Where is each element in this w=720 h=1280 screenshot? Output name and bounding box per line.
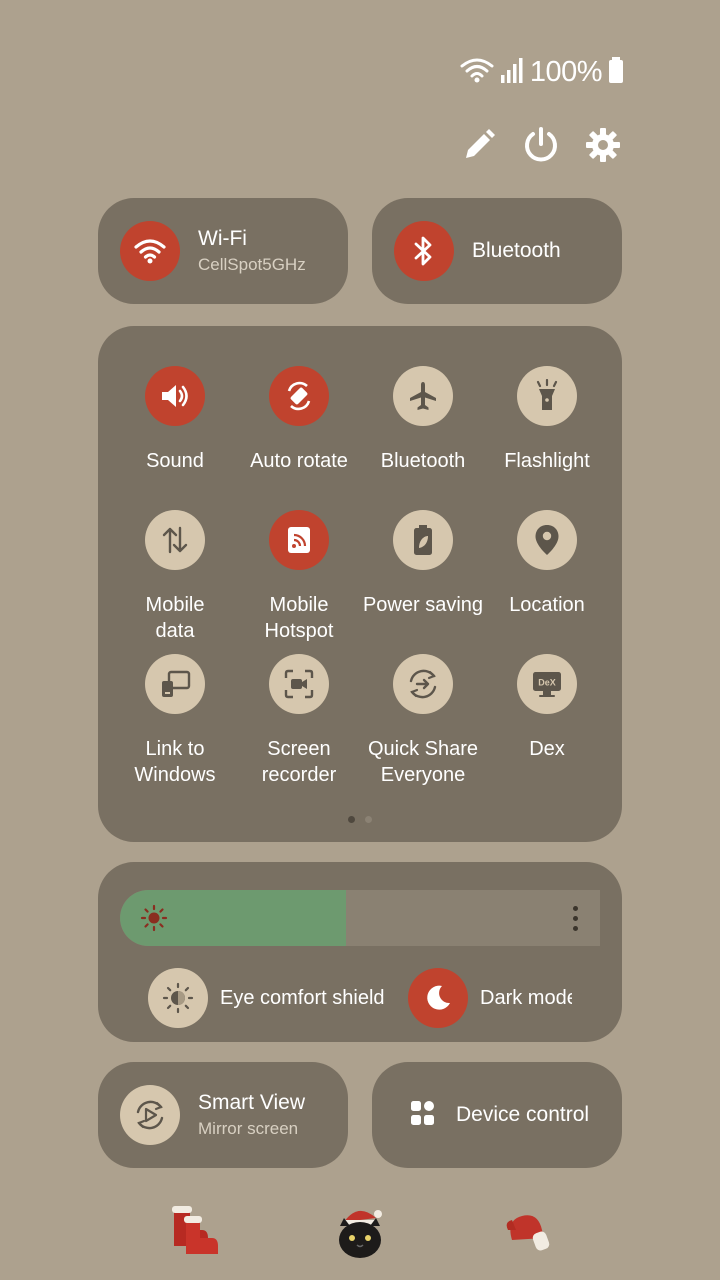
qs-screen-recorder[interactable]: Screen recorder [237,654,361,788]
smart-view-tile[interactable]: Smart View Mirror screen [98,1062,348,1168]
eye-comfort-toggle[interactable]: Eye comfort shield [148,968,385,1028]
location-pin-icon [517,510,577,570]
qs-power-saving[interactable]: Power saving [361,510,485,618]
qs-auto-rotate[interactable]: Auto rotate [237,366,361,474]
top-actions [460,120,622,170]
svg-text:DeX: DeX [538,678,556,688]
page-dot [365,816,372,823]
qs-mobile-data-label: Mobile data [145,594,205,642]
qs-link-to-windows-label: Link to Windows [134,738,216,786]
qs-dex[interactable]: DeX Dex [485,654,609,762]
qs-sound-label: Sound [146,450,204,472]
qs-auto-rotate-label: Auto rotate [250,450,348,472]
black-cat-santa-sticker [334,1200,386,1265]
cell-signal-icon [500,56,524,89]
power-icon[interactable] [522,120,560,170]
battery-percent: 100% [529,55,603,88]
eye-comfort-label: Eye comfort shield [220,986,385,1009]
status-bar: 100% [460,56,624,88]
qs-location-label: Location [509,594,585,616]
qs-quick-share[interactable]: Quick Share Everyone [361,654,485,788]
moon-icon [408,968,468,1028]
sound-icon [145,366,205,426]
hotspot-icon [269,510,329,570]
screen-recorder-icon [269,654,329,714]
brightness-more-options-icon[interactable] [573,906,578,931]
smart-view-title: Smart View [198,1091,305,1114]
brightness-slider[interactable] [120,890,600,946]
qs-location[interactable]: Location [485,510,609,618]
qs-screen-recorder-label: Screen recorder [261,738,337,786]
dark-mode-label: Dark mode [480,986,572,1009]
wifi-icon [120,221,180,281]
wifi-tile[interactable]: Wi-Fi CellSpot5GHz [98,198,348,304]
page-indicator [348,816,372,823]
smart-view-subtitle: Mirror screen [198,1119,299,1138]
qs-airplane-label: Bluetooth [380,450,466,472]
page-dot-active [348,816,355,823]
bluetooth-title: Bluetooth [472,239,561,262]
bluetooth-icon [394,221,454,281]
brightness-sun-icon [140,904,168,937]
battery-icon [608,56,624,89]
device-control-icon [410,1100,436,1131]
eye-comfort-icon [148,968,208,1028]
smart-view-icon [120,1085,180,1145]
wifi-signal-icon [460,56,494,89]
device-control-tile[interactable]: Device control [372,1062,622,1168]
battery-leaf-icon [393,510,453,570]
qs-mobile-hotspot[interactable]: Mobile Hotspot [237,510,361,644]
flashlight-icon [517,366,577,426]
mobile-data-icon [145,510,205,570]
pencil-icon[interactable] [460,120,498,170]
airplane-icon [393,366,453,426]
dark-mode-toggle[interactable]: Dark mode [408,968,572,1028]
qs-dex-label: Dex [529,738,565,760]
auto-rotate-icon [269,366,329,426]
qs-mobile-hotspot-label: Mobile Hotspot [264,594,334,642]
link-windows-icon [145,654,205,714]
qs-mobile-data[interactable]: Mobile data [113,510,237,644]
wifi-title: Wi-Fi [198,227,247,250]
qs-sound[interactable]: Sound [113,366,237,474]
christmas-mitten-sticker [504,1210,552,1257]
quick-share-icon [393,654,453,714]
qs-power-saving-label: Power saving [362,594,484,616]
gear-icon[interactable] [584,120,622,170]
device-control-title: Device control [456,1103,590,1126]
qs-airplane[interactable]: Bluetooth [361,366,485,474]
qs-link-to-windows[interactable]: Link to Windows [113,654,237,788]
qs-flashlight[interactable]: Flashlight [485,366,609,474]
bluetooth-tile[interactable]: Bluetooth [372,198,622,304]
dex-icon: DeX [517,654,577,714]
qs-quick-share-label: Quick Share Everyone [367,738,479,786]
christmas-boots-sticker [160,1204,220,1261]
wifi-network-name: CellSpot5GHz [198,255,306,274]
qs-flashlight-label: Flashlight [504,450,590,472]
